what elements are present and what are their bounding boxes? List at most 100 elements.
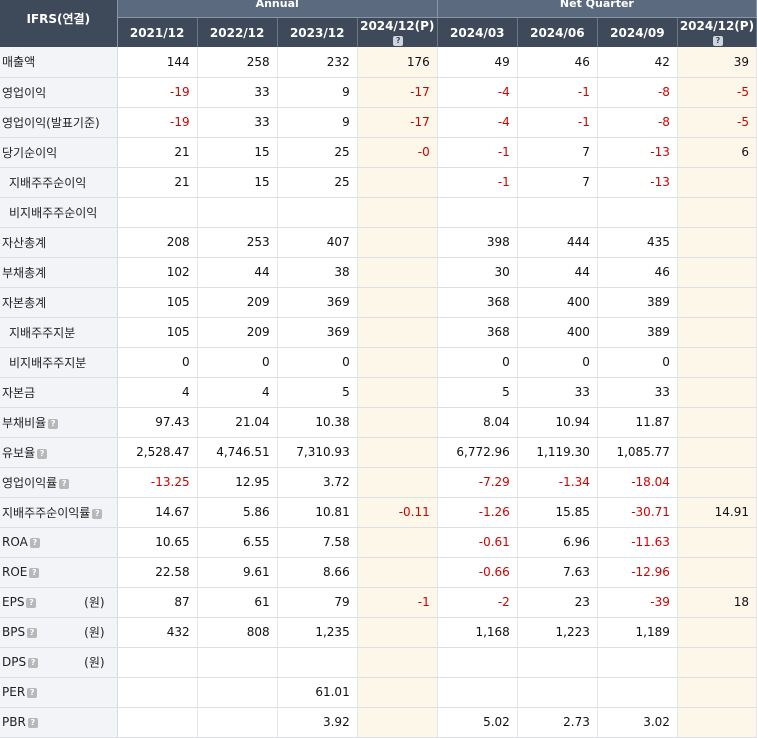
value-cell bbox=[277, 197, 358, 228]
help-icon[interactable]: ? bbox=[59, 478, 70, 489]
table-row: BPS? (원) 432 808 1,235 1,168 1,223 1,189 bbox=[0, 617, 757, 648]
help-icon[interactable]: ? bbox=[27, 628, 38, 638]
value-cell: 97.43 bbox=[117, 407, 198, 438]
value-cell: 144 bbox=[117, 47, 198, 78]
table-row: ROA? 10.65 6.55 7.58 -0.61 6.96 -11.63 bbox=[0, 527, 757, 558]
table-row: 부채총계 102 44 38 30 44 46 bbox=[0, 257, 757, 288]
value-cell bbox=[677, 557, 757, 588]
value-cell: 369 bbox=[277, 317, 358, 348]
value-cell: 7.58 bbox=[277, 527, 358, 558]
help-icon[interactable]: ? bbox=[712, 35, 723, 46]
value-cell: 6,772.96 bbox=[437, 437, 518, 468]
value-cell: 1,223 bbox=[517, 617, 598, 648]
help-icon[interactable]: ? bbox=[27, 718, 38, 728]
value-cell bbox=[357, 647, 438, 678]
value-cell: 0 bbox=[437, 347, 518, 378]
row-label-cell: PER? bbox=[0, 677, 118, 708]
value-cell bbox=[357, 437, 438, 468]
value-cell bbox=[197, 647, 278, 678]
table-row: 영업이익(발표기준) -19 33 9 -17 -4 -1 -8 -5 bbox=[0, 107, 757, 138]
value-cell: 102 bbox=[117, 257, 198, 288]
value-cell: 30 bbox=[437, 257, 518, 288]
row-label: 부채비율 bbox=[2, 415, 47, 430]
value-cell bbox=[197, 677, 278, 708]
accounting-standard-label: IFRS(연결) bbox=[0, 0, 118, 47]
value-cell: 46 bbox=[597, 257, 678, 288]
financial-summary-table: IFRS(연결) Annual Net Quarter 2021/12 2022/… bbox=[0, 0, 757, 738]
help-icon[interactable]: ? bbox=[28, 658, 39, 668]
help-icon[interactable]: ? bbox=[29, 568, 40, 578]
value-cell: 105 bbox=[117, 287, 198, 318]
value-cell: -39 bbox=[597, 587, 678, 618]
value-cell: 1,235 bbox=[277, 617, 358, 648]
help-icon[interactable]: ? bbox=[92, 508, 103, 519]
value-cell bbox=[517, 647, 598, 678]
value-cell: 33 bbox=[197, 77, 278, 108]
help-icon[interactable]: ? bbox=[48, 418, 59, 429]
help-icon[interactable]: ? bbox=[26, 598, 37, 608]
value-cell: -0.66 bbox=[437, 557, 518, 588]
row-label-cell: 영업이익률? bbox=[0, 467, 118, 498]
net-quarter-group-header: Net Quarter bbox=[437, 0, 757, 18]
period-header-label: 2023/12 bbox=[289, 25, 345, 40]
value-cell bbox=[357, 287, 438, 318]
value-cell: 0 bbox=[197, 347, 278, 378]
value-cell: -8 bbox=[597, 77, 678, 108]
value-cell bbox=[677, 707, 757, 738]
value-cell: 4 bbox=[117, 377, 198, 408]
value-cell: 3.72 bbox=[277, 467, 358, 498]
unit-label: (원) bbox=[84, 625, 105, 640]
value-cell: 10.65 bbox=[117, 527, 198, 558]
help-icon[interactable]: ? bbox=[393, 35, 404, 46]
row-label: 매출액 bbox=[2, 55, 36, 70]
value-cell: 21.04 bbox=[197, 407, 278, 438]
value-cell: 46 bbox=[517, 47, 598, 78]
value-cell: 209 bbox=[197, 317, 278, 348]
row-label-cell: 당기순이익 bbox=[0, 137, 118, 168]
value-cell bbox=[517, 677, 598, 708]
table-row: 지배주주순이익 21 15 25 -1 7 -13 bbox=[0, 167, 757, 198]
value-cell: 232 bbox=[277, 47, 358, 78]
value-cell: -0 bbox=[357, 137, 438, 168]
value-cell: -17 bbox=[357, 77, 438, 108]
value-cell: 1,189 bbox=[597, 617, 678, 648]
period-header: 2022/12 bbox=[197, 17, 278, 47]
value-cell: 23 bbox=[517, 587, 598, 618]
value-cell: 6.96 bbox=[517, 527, 598, 558]
period-header-label: 2024/06 bbox=[530, 25, 585, 40]
value-cell bbox=[357, 557, 438, 588]
row-label-cell: 자본금 bbox=[0, 377, 118, 408]
value-cell: -2 bbox=[437, 587, 518, 618]
value-cell: 8.66 bbox=[277, 557, 358, 588]
value-cell: 444 bbox=[517, 227, 598, 258]
value-cell: 5 bbox=[277, 377, 358, 408]
value-cell: 7.63 bbox=[517, 557, 598, 588]
value-cell: 44 bbox=[517, 257, 598, 288]
row-label-cell: 지배주주지분 bbox=[0, 317, 118, 348]
row-label-cell: 비지배주주순이익 bbox=[0, 197, 118, 228]
help-icon[interactable]: ? bbox=[37, 448, 48, 459]
value-cell: -5 bbox=[677, 107, 757, 138]
value-cell: 0 bbox=[277, 347, 358, 378]
value-cell: 258 bbox=[197, 47, 278, 78]
value-cell: 5.86 bbox=[197, 497, 278, 528]
value-cell bbox=[357, 707, 438, 738]
help-icon[interactable]: ? bbox=[29, 538, 40, 548]
value-cell: -1 bbox=[357, 587, 438, 618]
value-cell: -0.11 bbox=[357, 497, 438, 528]
value-cell: 10.38 bbox=[277, 407, 358, 438]
value-cell bbox=[197, 707, 278, 738]
period-header: 2024/12(P)? bbox=[357, 17, 438, 47]
table-row: 자산총계 208 253 407 398 444 435 bbox=[0, 227, 757, 258]
value-cell: 435 bbox=[597, 227, 678, 258]
row-label: 영업이익 bbox=[2, 85, 47, 100]
value-cell: 3.92 bbox=[277, 707, 358, 738]
value-cell: -4 bbox=[437, 107, 518, 138]
value-cell: 44 bbox=[197, 257, 278, 288]
value-cell: 2,528.47 bbox=[117, 437, 198, 468]
value-cell bbox=[117, 197, 198, 228]
table-row: 자본금 4 4 5 5 33 33 bbox=[0, 377, 757, 408]
value-cell: 7 bbox=[517, 137, 598, 168]
help-icon[interactable]: ? bbox=[27, 688, 38, 698]
value-cell: 10.94 bbox=[517, 407, 598, 438]
